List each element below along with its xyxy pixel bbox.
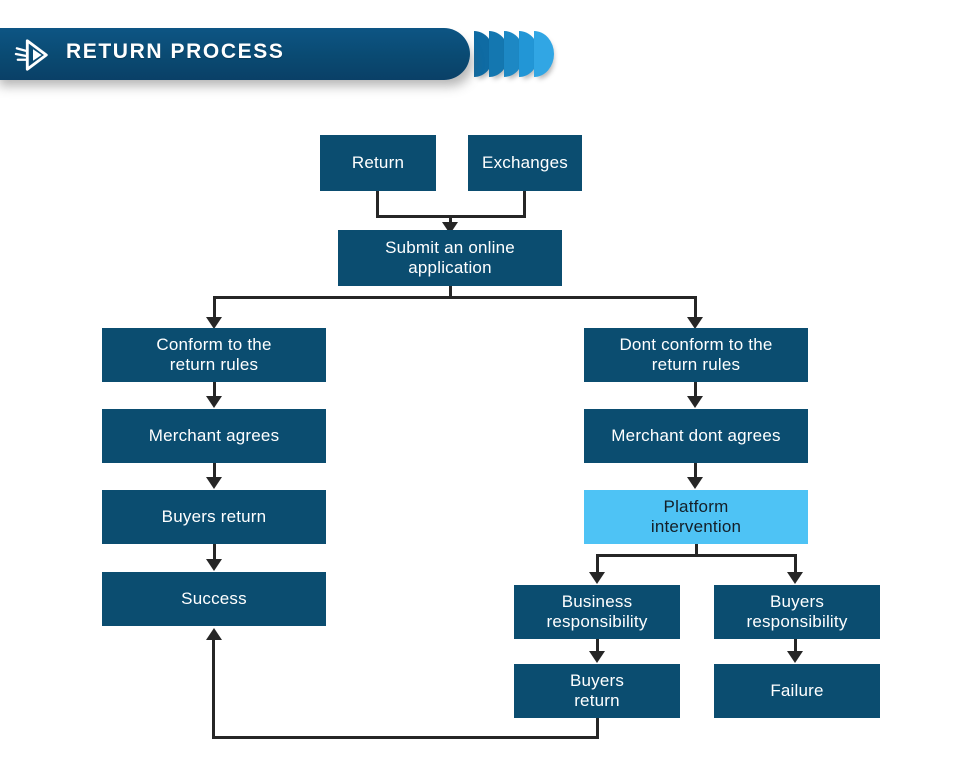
arrowhead-buyers-return-left xyxy=(206,477,222,489)
arrowhead-buyers-return-right xyxy=(589,651,605,663)
connector-feedback-across xyxy=(212,736,599,739)
node-label: Return xyxy=(351,152,405,172)
node-buyers-return-left[interactable]: Buyers return xyxy=(102,490,326,544)
node-label: Business responsibility xyxy=(546,591,648,631)
arrowhead-success xyxy=(206,559,222,571)
connector-bottom-split-bar xyxy=(596,554,797,557)
connector-return-down xyxy=(376,191,379,217)
node-business-responsibility[interactable]: Business responsibility xyxy=(514,585,680,639)
node-success[interactable]: Success xyxy=(102,572,326,626)
flowchart-canvas: RETURN PROCESS Return Exchanges Submit a… xyxy=(0,0,960,777)
arrowhead-failure xyxy=(787,651,803,663)
node-merchant-agrees[interactable]: Merchant agrees xyxy=(102,409,326,463)
node-platform-intervention[interactable]: Platform intervention xyxy=(584,490,808,544)
connector-feedback-up xyxy=(212,640,215,738)
connector-exchanges-down xyxy=(523,191,526,217)
play-arrow-motion-icon xyxy=(14,39,48,71)
connector-split-bar xyxy=(213,296,697,299)
node-buyers-return-right[interactable]: Buyers return xyxy=(514,664,680,718)
arrowhead-platform xyxy=(687,477,703,489)
node-buyers-responsibility[interactable]: Buyers responsibility xyxy=(714,585,880,639)
arrowhead-merchant-agrees xyxy=(206,396,222,408)
arrowhead-buyers-responsibility xyxy=(787,572,803,584)
node-conform-to-return-rules[interactable]: Conform to the return rules xyxy=(102,328,326,382)
page-title: RETURN PROCESS xyxy=(66,40,285,63)
arrowhead-feedback-success xyxy=(206,628,222,640)
node-merchant-dont-agrees[interactable]: Merchant dont agrees xyxy=(584,409,808,463)
node-label: Buyers responsibility xyxy=(746,591,848,631)
arrowhead-business-responsibility xyxy=(589,572,605,584)
node-label: Buyers return xyxy=(569,670,625,710)
node-label: Dont conform to the return rules xyxy=(619,334,773,374)
arrowhead-merchant-dont-agrees xyxy=(687,396,703,408)
node-label: Exchanges xyxy=(482,152,568,172)
node-label: Failure xyxy=(770,680,824,700)
node-return[interactable]: Return xyxy=(320,135,436,191)
node-exchanges[interactable]: Exchanges xyxy=(468,135,582,191)
node-label: Merchant dont agrees xyxy=(611,425,781,445)
node-label: Platform intervention xyxy=(650,496,742,536)
node-label: Conform to the return rules xyxy=(156,334,272,374)
decor-stripe-5 xyxy=(534,31,554,77)
node-failure[interactable]: Failure xyxy=(714,664,880,718)
node-label: Buyers return xyxy=(161,506,267,526)
node-dont-conform-to-return-rules[interactable]: Dont conform to the return rules xyxy=(584,328,808,382)
node-label: Merchant agrees xyxy=(148,425,280,445)
node-label: Submit an online application xyxy=(385,237,515,277)
node-label: Success xyxy=(181,588,247,608)
node-submit-online-application[interactable]: Submit an online application xyxy=(338,230,562,286)
